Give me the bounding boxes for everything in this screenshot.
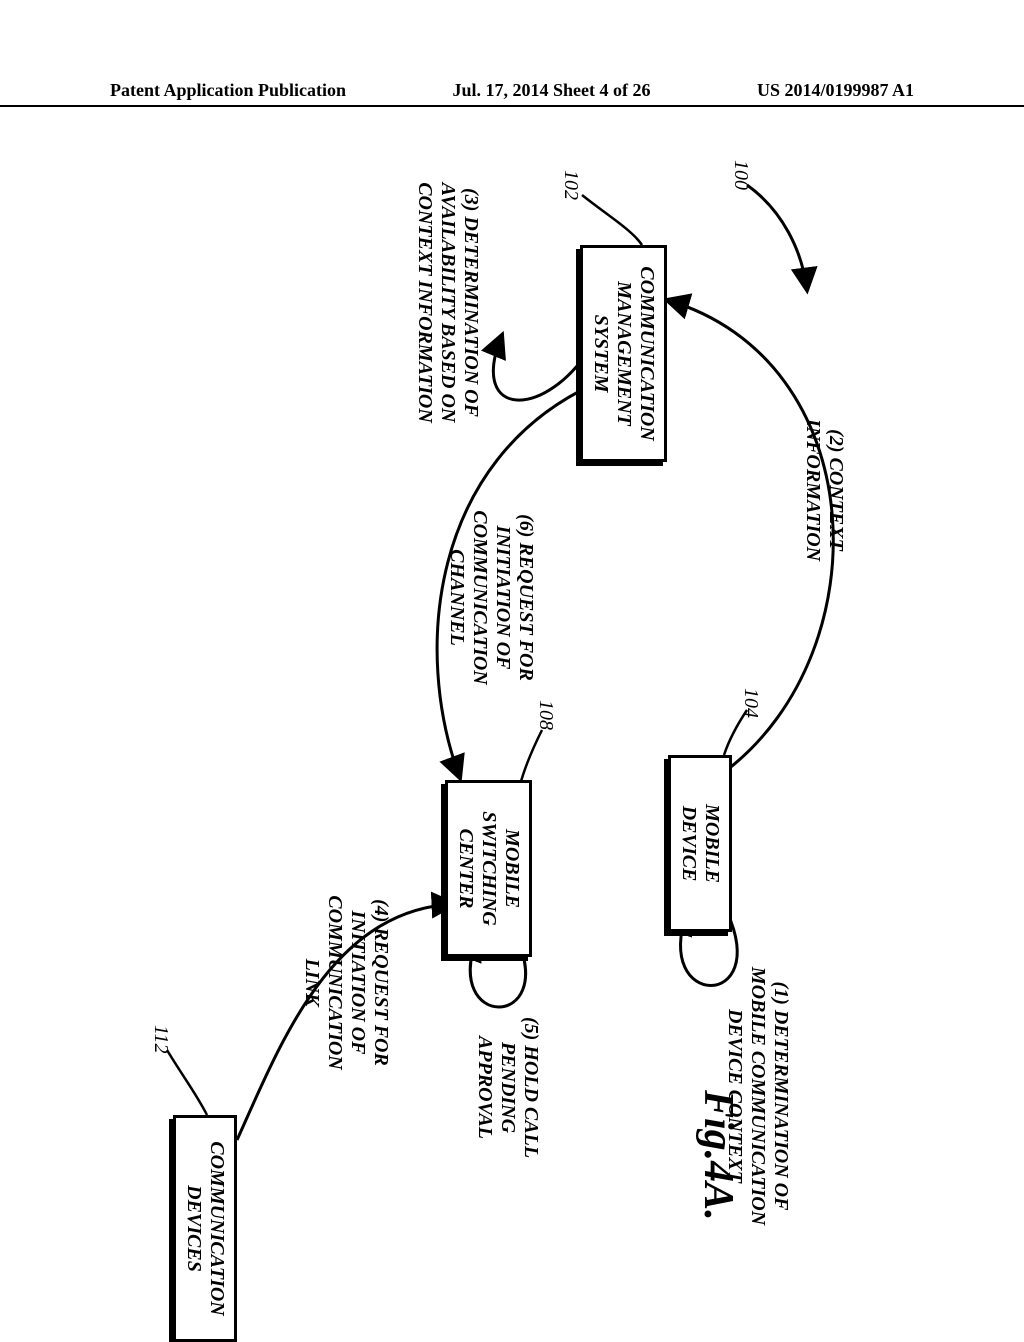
box-mobile-device: MOBILE DEVICE: [668, 755, 732, 932]
label-5-hold-call: (5) HOLD CALL PENDING APPROVAL: [473, 1000, 542, 1175]
figure-stage: COMMUNICATION MANAGEMENT SYSTEM MOBILE D…: [122, 130, 902, 1230]
figure-rotated-wrap: COMMUNICATION MANAGEMENT SYSTEM MOBILE D…: [122, 130, 902, 1230]
box-communication-management-system: COMMUNICATION MANAGEMENT SYSTEM: [580, 245, 667, 462]
label-2-context-information: (2) CONTEXT INFORMATION: [801, 390, 847, 590]
page-header: Patent Application Publication Jul. 17, …: [0, 80, 1024, 107]
figure-caption: Fig.4A.: [694, 1090, 742, 1221]
label-3-determination-availability: (3) DETERMINATION OF AVAILABILITY BASED …: [413, 175, 482, 430]
ref-100: 100: [729, 160, 752, 190]
label-6-request-channel: (6) REQUEST FOR INITIATION OF COMMUNICAT…: [445, 485, 537, 710]
ref-112: 112: [149, 1025, 172, 1054]
page: Patent Application Publication Jul. 17, …: [0, 0, 1024, 1320]
box-mobile-switching-center: MOBILE SWITCHING CENTER: [445, 780, 532, 957]
label-4-request-link: (4) REQUEST FOR INITIATION OF COMMUNICAT…: [300, 870, 392, 1095]
header-right: US 2014/0199987 A1: [757, 80, 914, 101]
header-row: Patent Application Publication Jul. 17, …: [0, 80, 1024, 101]
header-center: Jul. 17, 2014 Sheet 4 of 26: [453, 80, 651, 101]
header-left: Patent Application Publication: [110, 80, 346, 101]
ref-108: 108: [534, 700, 557, 730]
ref-104: 104: [739, 688, 762, 718]
ref-102: 102: [559, 170, 582, 200]
box-communication-devices: COMMUNICATION DEVICES: [173, 1115, 237, 1342]
